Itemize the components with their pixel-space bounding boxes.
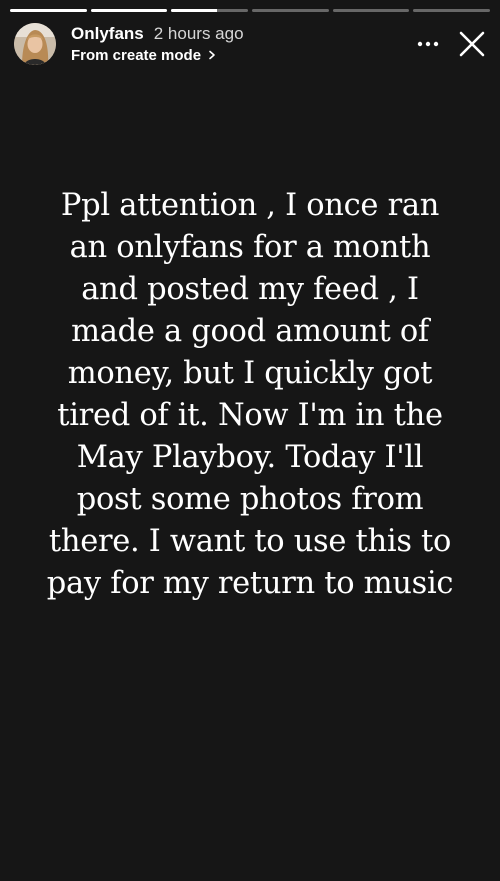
story-viewer[interactable]: Onlyfans 2 hours ago From create mode Pp…	[0, 0, 500, 881]
create-mode-link[interactable]: From create mode	[71, 47, 244, 64]
progress-segment	[90, 9, 168, 12]
story-text: Ppl attention , I once ran an onlyfans f…	[46, 188, 454, 601]
user-line: Onlyfans 2 hours ago	[71, 24, 244, 44]
user-info: Onlyfans 2 hours ago From create mode	[71, 24, 244, 64]
story-progress-bar	[10, 9, 491, 12]
progress-segment-fill	[90, 9, 168, 12]
progress-segment	[413, 9, 491, 12]
close-icon	[459, 31, 485, 57]
more-options-button[interactable]	[416, 32, 440, 56]
more-horizontal-icon	[417, 41, 439, 47]
progress-segment-fill	[10, 9, 87, 12]
progress-segment	[252, 9, 329, 12]
username[interactable]: Onlyfans	[71, 24, 144, 44]
avatar[interactable]	[14, 23, 56, 65]
progress-segment	[10, 9, 87, 12]
progress-segment-fill	[171, 9, 218, 12]
close-button[interactable]	[458, 30, 486, 58]
progress-segment	[332, 9, 410, 12]
timestamp: 2 hours ago	[153, 24, 244, 44]
story-header: Onlyfans 2 hours ago From create mode	[14, 21, 486, 67]
progress-segment	[171, 9, 249, 12]
header-actions	[416, 30, 486, 58]
create-mode-label: From create mode	[71, 46, 202, 64]
chevron-right-icon	[209, 50, 215, 60]
user-avatar-icon	[14, 23, 56, 65]
